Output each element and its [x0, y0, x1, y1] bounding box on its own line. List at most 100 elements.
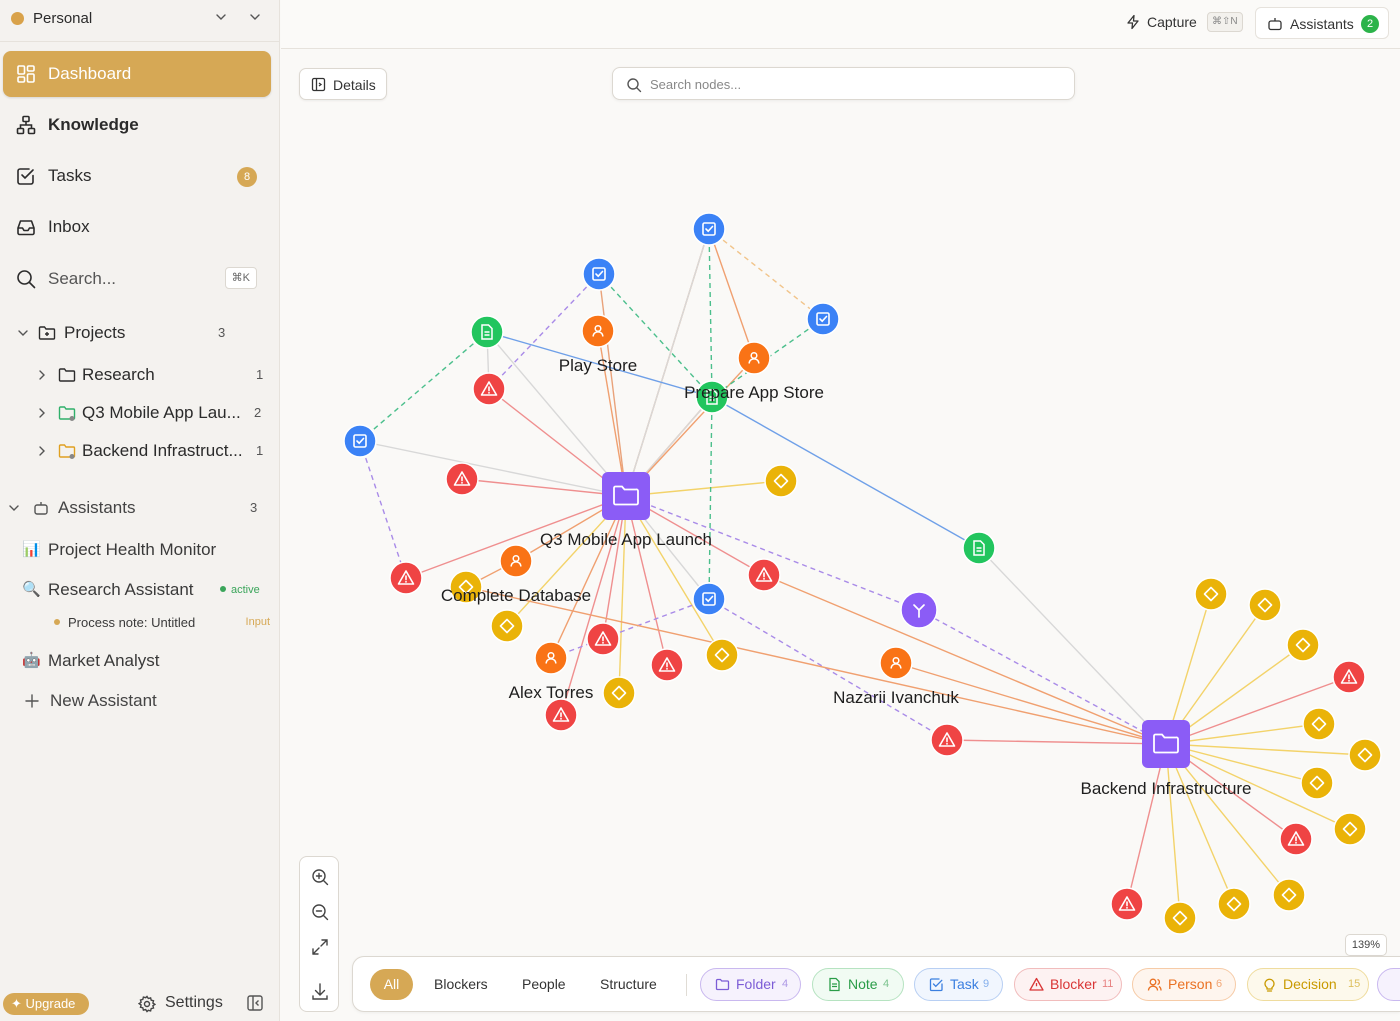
nav-inbox[interactable]: Inbox: [3, 204, 271, 250]
graph-node-folder[interactable]: [602, 472, 650, 520]
graph-node-person[interactable]: [499, 544, 533, 578]
graph-node-decision[interactable]: [1286, 628, 1320, 662]
assistant-market-analyst[interactable]: 🤖 Market Analyst: [0, 643, 280, 679]
graph-node-blocker[interactable]: [1110, 887, 1144, 921]
graph-node-task[interactable]: [692, 582, 726, 616]
graph-node-decision[interactable]: [602, 676, 636, 710]
note-icon: [829, 977, 840, 992]
graph-node-task[interactable]: [692, 212, 726, 246]
project-item-backend[interactable]: Backend Infrastruct... 1: [0, 433, 280, 469]
filter-tab-people[interactable]: People: [522, 969, 566, 1000]
filter-chip-person[interactable]: Person 6: [1132, 968, 1236, 1001]
graph-node-decision[interactable]: [1302, 707, 1336, 741]
workspace-switcher[interactable]: Personal: [0, 0, 280, 42]
graph-node-blocker[interactable]: [747, 558, 781, 592]
nav-search[interactable]: Search... ⌘K: [3, 256, 271, 302]
folder-icon: [58, 368, 76, 382]
graph-node-person[interactable]: [879, 646, 913, 680]
graph-node-person[interactable]: [534, 641, 568, 675]
knowledge-graph-canvas[interactable]: Q3 Mobile App Launch Backend Infrastruct…: [281, 50, 1400, 950]
filter-chip-note[interactable]: Note 4: [812, 968, 904, 1001]
chevron-right-icon[interactable]: [34, 443, 50, 459]
graph-node-decision[interactable]: [1163, 901, 1197, 935]
graph-node-topic[interactable]: [900, 591, 938, 629]
chevron-down-icon[interactable]: [212, 8, 230, 26]
graph-edge: [618, 495, 627, 694]
sparkle-icon: ✦: [11, 996, 22, 1011]
graph-node-decision[interactable]: [490, 609, 524, 643]
graph-node-folder[interactable]: [1142, 720, 1190, 768]
chip-count: 4: [782, 978, 789, 990]
graph-node-task[interactable]: [806, 302, 840, 336]
projects-count: 3: [218, 325, 226, 340]
assistants-section[interactable]: Assistants 3: [0, 490, 280, 526]
graph-node-blocker[interactable]: [445, 462, 479, 496]
graph-node-decision[interactable]: [705, 638, 739, 672]
nav-knowledge[interactable]: Knowledge: [3, 102, 271, 148]
assistant-research-assistant[interactable]: 🔍 Research Assistant active: [0, 572, 280, 608]
filter-chip-decision[interactable]: Decision 15: [1247, 968, 1369, 1001]
filter-chip-more[interactable]: [1377, 968, 1400, 1001]
assistant-project-health-monitor[interactable]: 📊 Project Health Monitor: [0, 532, 280, 568]
graph-node-decision[interactable]: [764, 464, 798, 498]
graph-node-decision[interactable]: [1272, 878, 1306, 912]
chevron-down-icon[interactable]: [246, 8, 264, 26]
zoom-out-icon[interactable]: [309, 901, 331, 923]
projects-section[interactable]: Projects 3: [0, 315, 280, 351]
assistants-button-label: Assistants: [1290, 16, 1354, 32]
graph-node-decision[interactable]: [1348, 738, 1382, 772]
graph-node-person[interactable]: [581, 314, 615, 348]
filter-chip-task[interactable]: Task 9: [914, 968, 1003, 1001]
zoom-in-icon[interactable]: [309, 866, 331, 888]
graph-node-blocker[interactable]: [650, 648, 684, 682]
graph-node-blocker[interactable]: [1332, 660, 1366, 694]
fit-view-icon[interactable]: [309, 936, 331, 958]
process-note-item[interactable]: Process note: Untitled Input: [54, 613, 278, 635]
project-item-q3-mobile[interactable]: Q3 Mobile App Lau... 2: [0, 395, 280, 431]
graph-node-person[interactable]: [737, 341, 771, 375]
graph-node-blocker[interactable]: [472, 372, 506, 406]
graph-node-decision[interactable]: [1248, 588, 1282, 622]
filter-tab-structure[interactable]: Structure: [600, 969, 657, 1000]
graph-edge: [598, 273, 627, 497]
assistants-button[interactable]: Assistants 2: [1255, 7, 1389, 39]
graph-node-decision[interactable]: [1300, 766, 1334, 800]
nav-dashboard[interactable]: Dashboard: [3, 51, 271, 97]
graph-node-note[interactable]: [962, 531, 996, 565]
graph-node-blocker[interactable]: [930, 723, 964, 757]
filter-tab-blockers[interactable]: Blockers: [434, 969, 488, 1000]
graph-node-blocker[interactable]: [1279, 822, 1313, 856]
graph-node-note[interactable]: [470, 315, 504, 349]
bot-icon: [1268, 18, 1282, 31]
plus-icon: [25, 694, 39, 708]
filter-tab-all[interactable]: All: [370, 969, 413, 1000]
graph-node-task[interactable]: [582, 257, 616, 291]
folder-icon: [715, 978, 730, 991]
filter-chip-blocker[interactable]: Blocker 11: [1014, 968, 1122, 1001]
graph-node-blocker[interactable]: [544, 698, 578, 732]
lightbulb-icon: [1264, 978, 1275, 992]
graph-node-decision[interactable]: [1194, 577, 1228, 611]
download-icon[interactable]: [309, 981, 331, 1003]
chevron-down-icon[interactable]: [6, 500, 22, 516]
node-label-db: Complete Database: [441, 586, 591, 605]
filter-bar: All Blockers People Structure Folder 4 N…: [352, 956, 1400, 1012]
chevron-right-icon[interactable]: [34, 405, 50, 421]
graph-node-blocker[interactable]: [586, 622, 620, 656]
collapse-sidebar-icon[interactable]: [246, 994, 264, 1012]
upgrade-button[interactable]: ✦ Upgrade: [3, 993, 89, 1015]
chevron-right-icon[interactable]: [34, 367, 50, 383]
process-tag: Input: [245, 616, 270, 628]
graph-edge: [1165, 743, 1366, 756]
filter-chip-folder[interactable]: Folder 4: [700, 968, 801, 1001]
chevron-down-icon[interactable]: [15, 325, 31, 341]
project-item-research[interactable]: Research 1: [0, 357, 280, 393]
nav-tasks[interactable]: Tasks 8: [3, 153, 271, 199]
graph-node-decision[interactable]: [1217, 887, 1251, 921]
graph-node-decision[interactable]: [1333, 812, 1367, 846]
graph-node-task[interactable]: [343, 424, 377, 458]
graph-node-blocker[interactable]: [389, 561, 423, 595]
nav-label: Inbox: [48, 217, 90, 236]
process-note-label: Process note: Untitled: [68, 615, 196, 630]
new-assistant-button[interactable]: New Assistant: [0, 683, 280, 719]
